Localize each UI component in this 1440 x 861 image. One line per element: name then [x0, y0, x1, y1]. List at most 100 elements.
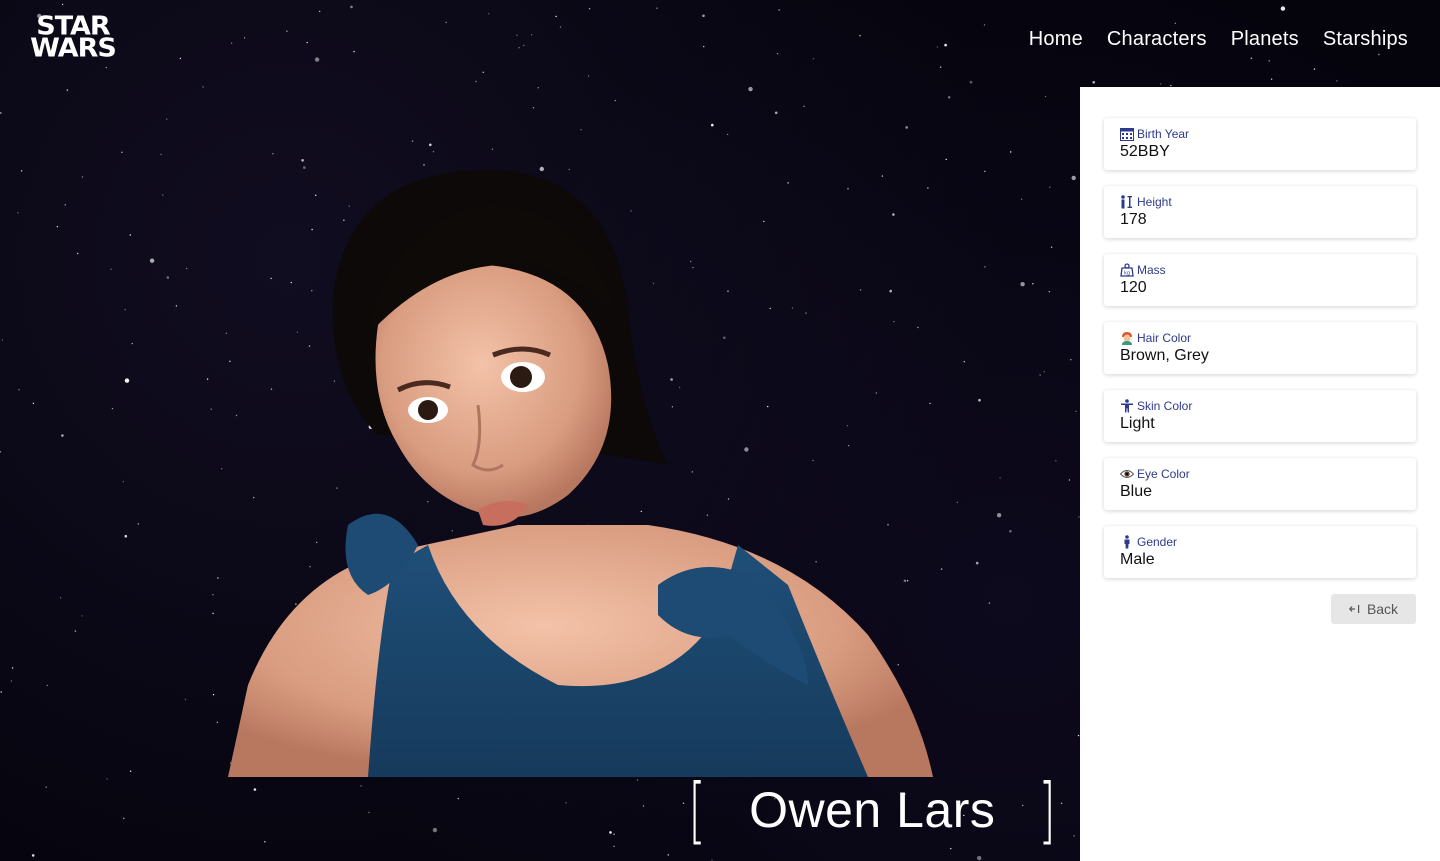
- star: [175, 305, 178, 307]
- star: [111, 407, 114, 410]
- star: [61, 434, 64, 437]
- star: [45, 786, 47, 788]
- star: [457, 797, 459, 800]
- detail-card-height: Height 178: [1104, 186, 1416, 238]
- logo-line-2: WARS: [30, 33, 117, 64]
- star: [537, 87, 539, 89]
- detail-label: Height: [1137, 195, 1172, 209]
- svg-text:kg: kg: [1124, 271, 1130, 277]
- nav-home[interactable]: Home: [1029, 28, 1083, 51]
- star: [66, 89, 69, 91]
- star: [353, 50, 355, 53]
- star: [482, 71, 484, 74]
- detail-value: Blue: [1120, 483, 1153, 500]
- character-portrait: [228, 165, 933, 777]
- back-arrow-icon: [1348, 601, 1361, 617]
- star: [667, 854, 669, 856]
- star: [523, 44, 525, 47]
- star: [1073, 835, 1075, 837]
- star: [210, 408, 212, 410]
- star: [1071, 175, 1076, 181]
- star: [314, 57, 320, 62]
- star: [225, 332, 227, 334]
- star: [588, 8, 591, 10]
- star: [121, 151, 123, 153]
- star: [105, 66, 108, 69]
- star: [17, 212, 19, 214]
- star: [149, 258, 155, 263]
- star: [1039, 374, 1041, 376]
- star: [613, 833, 615, 835]
- star: [179, 57, 182, 60]
- nav-starships[interactable]: Starships: [1323, 28, 1408, 51]
- star: [1043, 371, 1045, 373]
- star: [956, 501, 958, 504]
- star: [81, 615, 83, 617]
- hair-icon: [1120, 331, 1134, 345]
- star: [1250, 57, 1253, 59]
- star: [984, 266, 986, 268]
- star: [360, 785, 362, 787]
- star: [1032, 283, 1034, 285]
- star: [614, 99, 616, 102]
- star: [212, 612, 214, 615]
- star: [368, 811, 370, 814]
- star: [1055, 460, 1057, 462]
- star: [812, 58, 815, 60]
- star: [983, 24, 986, 26]
- star: [516, 34, 518, 36]
- star: [131, 342, 133, 345]
- star: [488, 13, 490, 15]
- star: [1270, 78, 1273, 80]
- star: [977, 855, 982, 861]
- star: [74, 630, 77, 632]
- star: [306, 41, 308, 44]
- star: [64, 204, 66, 206]
- star: [1313, 68, 1316, 70]
- nav-planets[interactable]: Planets: [1231, 28, 1299, 51]
- nav-characters[interactable]: Characters: [1107, 28, 1207, 51]
- star: [445, 21, 447, 24]
- star: [185, 267, 188, 270]
- star: [212, 694, 215, 696]
- star: [703, 45, 705, 48]
- height-icon: [1120, 195, 1134, 209]
- detail-card-hair-color: Hair Color Brown, Grey: [1104, 322, 1416, 374]
- detail-card-eye-color: Eye Color Blue: [1104, 458, 1416, 510]
- back-button[interactable]: Back: [1331, 594, 1416, 624]
- star: [202, 86, 204, 88]
- star: [936, 46, 939, 48]
- detail-value: 52BBY: [1120, 143, 1170, 160]
- calendar-icon: [1120, 127, 1134, 141]
- star: [1160, 83, 1162, 85]
- star: [350, 5, 353, 9]
- star: [1044, 95, 1047, 98]
- star: [1336, 80, 1338, 82]
- star: [162, 194, 164, 196]
- star: [975, 561, 979, 565]
- star: [656, 7, 658, 9]
- star: [10, 680, 13, 682]
- detail-card-gender: Gender Male: [1104, 526, 1416, 578]
- star: [253, 788, 257, 791]
- detail-label: Birth Year: [1137, 127, 1190, 141]
- star: [264, 841, 266, 843]
- star: [123, 817, 125, 819]
- star: [475, 80, 477, 83]
- star: [122, 481, 125, 483]
- star: [636, 779, 639, 781]
- star: [774, 111, 778, 115]
- detail-value: Brown, Grey: [1120, 347, 1209, 364]
- star: [940, 568, 943, 570]
- star: [129, 234, 131, 236]
- star: [559, 26, 562, 28]
- star: [1092, 81, 1095, 84]
- star: [532, 107, 535, 109]
- star: [206, 378, 209, 380]
- star: [996, 513, 1002, 518]
- star-wars-logo[interactable]: STAR WARS: [20, 14, 126, 66]
- star: [31, 854, 35, 857]
- star: [166, 118, 168, 120]
- star: [319, 10, 321, 13]
- weight-icon: kg: [1120, 263, 1134, 277]
